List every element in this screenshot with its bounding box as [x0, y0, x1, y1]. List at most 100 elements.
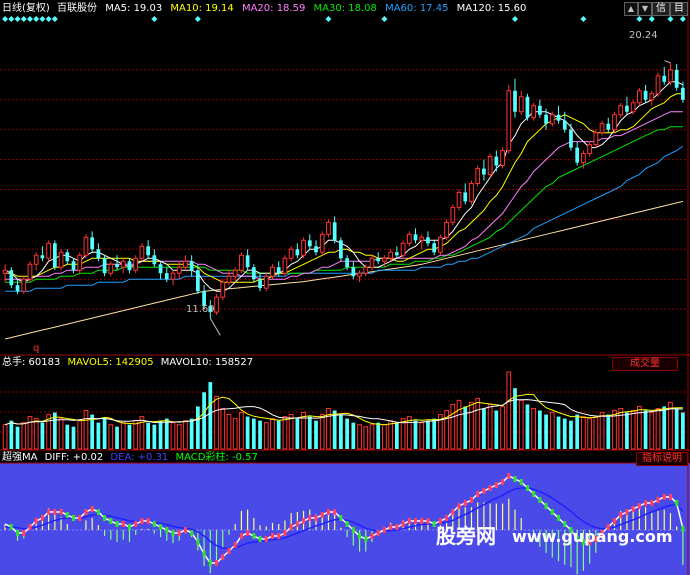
scroll-down-arrow-icon[interactable]: ▼ — [638, 2, 652, 16]
candle-body-up — [226, 275, 232, 283]
macd-trend-marker — [96, 509, 100, 515]
macd-trend-marker — [445, 515, 449, 521]
candle-body-down — [245, 255, 250, 268]
macd-trend-marker — [28, 524, 32, 530]
view-button[interactable]: 目 — [670, 2, 688, 16]
candle-body-down — [71, 261, 76, 271]
macd-trend-marker — [183, 527, 187, 533]
volume-bar-down — [569, 420, 573, 449]
ma20-line — [5, 111, 683, 280]
candle-body-down — [426, 237, 430, 244]
volume-bar-down — [52, 412, 57, 449]
mavol5-value: MAVOL5: 142905 — [67, 357, 154, 368]
volume-bar-down — [65, 424, 70, 449]
candle-body-up — [263, 275, 269, 289]
macd-trend-marker — [494, 482, 498, 488]
candle-body-down — [376, 258, 381, 262]
macd-trend-marker — [426, 518, 430, 524]
watermark-url: www.gupang.com — [512, 527, 673, 546]
candle-body-down — [115, 264, 119, 268]
macd-trend-marker — [469, 497, 473, 503]
volume-bar-up — [518, 399, 524, 450]
scroll-up-arrow-icon[interactable]: ▲ — [624, 2, 638, 16]
volume-bar-down — [158, 420, 163, 449]
signal-diamond-icon — [194, 16, 201, 22]
volume-bar-down — [339, 414, 343, 449]
candle-body-down — [158, 264, 163, 274]
volume-bar-down — [413, 420, 418, 449]
candle-body-up — [655, 75, 661, 95]
volume-bar-up — [487, 403, 493, 450]
candle-body-up — [636, 90, 642, 104]
macd-trend-marker — [233, 542, 237, 548]
volume-bar-up — [475, 397, 481, 450]
macd-trend-marker — [476, 491, 480, 497]
candle-body-up — [400, 242, 406, 256]
candle-body-up — [450, 206, 456, 223]
candle-body-up — [593, 132, 599, 146]
macd-trend-marker — [295, 521, 299, 527]
candle-body-up — [58, 251, 64, 268]
volume-bar-up — [232, 418, 238, 450]
signal-diamond-icon — [580, 16, 587, 22]
volume-bar-up — [369, 424, 375, 450]
macd-trend-marker — [277, 533, 281, 539]
macd-trend-marker — [264, 536, 268, 542]
candle-body-up — [301, 239, 306, 256]
volume-bar-down — [332, 410, 337, 449]
macd-trend-marker — [364, 536, 368, 542]
volume-bar-up — [2, 424, 8, 450]
volume-bar-down — [40, 422, 45, 449]
candle-body-up — [2, 269, 8, 274]
volume-bar-down — [351, 422, 356, 449]
ma5-line — [4, 81, 684, 292]
candle-body-down — [494, 156, 499, 166]
volume-bar-up — [506, 371, 512, 450]
candle-body-up — [518, 96, 524, 113]
stock-chart-window: 日线(复权) 百联股份 MA5: 19.03 MA10: 19.14 MA20:… — [0, 0, 690, 575]
macd-trend-marker — [314, 515, 318, 521]
period-label[interactable]: 日线(复权) — [2, 3, 50, 14]
macd-trend-marker — [246, 530, 250, 536]
macd-trend-marker — [65, 512, 69, 518]
macd-trend-marker — [239, 533, 243, 539]
indicator-help-button[interactable]: 指标说明 — [636, 452, 688, 466]
candle-body-up — [444, 221, 449, 238]
candle-body-down — [538, 105, 542, 115]
volume-indicator-button[interactable]: 成交量 — [612, 357, 678, 371]
mavol10-value: MAVOL10: 158527 — [160, 357, 254, 368]
volume-bar-down — [625, 412, 629, 449]
volume-bar-up — [33, 418, 39, 450]
candle-body-up — [363, 266, 369, 274]
volume-bar-down — [152, 424, 157, 449]
candle-body-down — [102, 258, 107, 274]
macd-trend-marker — [196, 539, 200, 545]
signal-diamond-icon — [512, 16, 518, 22]
info-button[interactable]: 信 — [652, 2, 670, 16]
candle-body-down — [90, 237, 95, 250]
candle-body-up — [587, 144, 592, 155]
indicator-name[interactable]: 超强MA — [2, 452, 37, 463]
volume-bar-up — [450, 403, 456, 450]
candle-body-up — [549, 114, 555, 125]
volume-bar-down — [276, 420, 281, 449]
candle-body-up — [469, 183, 474, 202]
macd-trend-marker — [109, 518, 113, 524]
candle-body-down — [569, 129, 573, 148]
price-legend: 日线(复权) 百联股份 MA5: 19.03 MA10: 19.14 MA20:… — [2, 3, 526, 15]
candle-body-down — [189, 261, 194, 271]
volume-bar-down — [482, 408, 486, 449]
volume-bar-up — [630, 410, 636, 450]
signal-diamond-icon — [45, 16, 52, 22]
signal-diamond-icon — [8, 16, 15, 22]
macd-trend-marker — [320, 512, 324, 518]
signal-diamond-icon — [39, 16, 46, 22]
marker-label: q — [33, 343, 40, 354]
macd-trend-marker — [34, 518, 38, 524]
macd-trend-marker — [612, 518, 616, 524]
volume-bar-up — [183, 420, 188, 450]
macd-trend-marker — [631, 506, 635, 512]
macd-trend-marker — [215, 560, 219, 566]
macd-trend-marker — [190, 530, 194, 536]
volume-bar-down — [202, 392, 206, 449]
